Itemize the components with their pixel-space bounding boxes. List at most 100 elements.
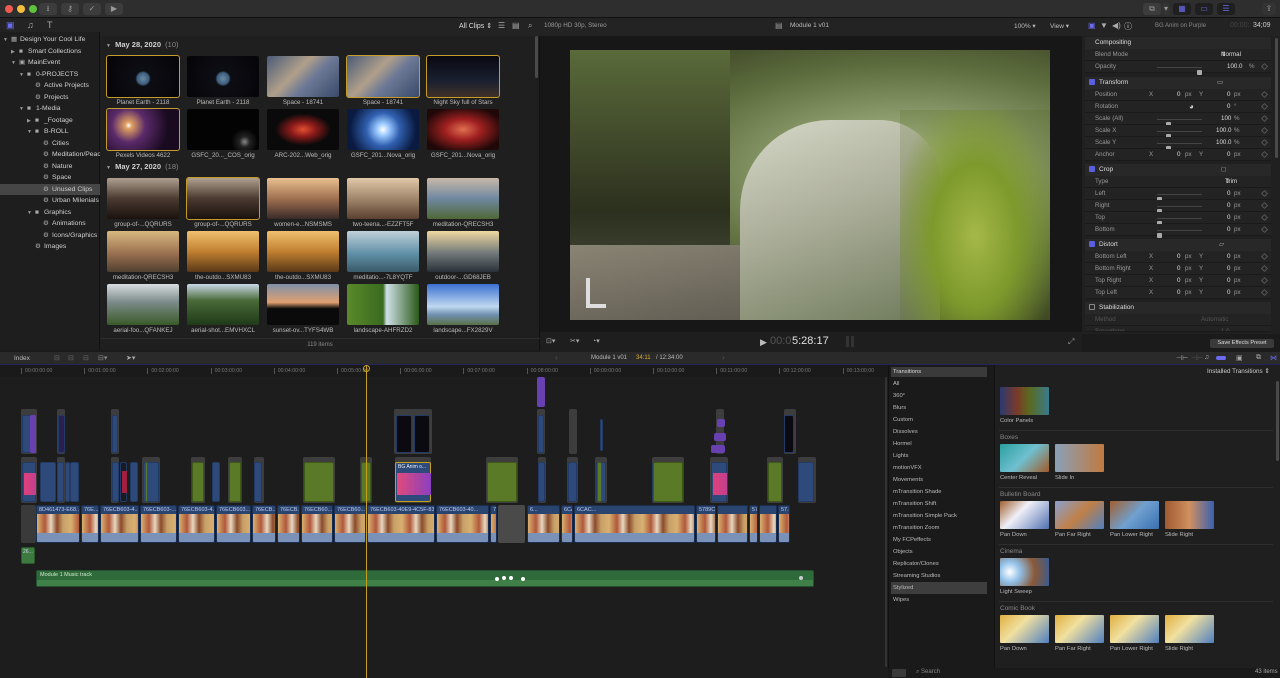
transition-category[interactable]: mTransition Shift <box>891 498 987 510</box>
transition-category[interactable]: My FCPeffects <box>891 534 987 546</box>
browser-clip[interactable]: Pexels Videos 4622 <box>106 108 180 159</box>
transition-category[interactable]: Objects <box>891 546 987 558</box>
transition-category[interactable]: mTransition Zoom <box>891 522 987 534</box>
connected-clip[interactable] <box>538 415 544 453</box>
browser-clip[interactable]: meditation-QRECSH3 <box>107 231 179 281</box>
sidebar-toggle-button[interactable] <box>892 669 906 677</box>
disclosure-open-icon[interactable]: ▼ <box>19 70 27 81</box>
primary-clip[interactable]: 76ECB603-... <box>140 505 177 543</box>
zoom-window-button[interactable] <box>29 5 37 13</box>
disclosure-closed-icon[interactable]: ▶ <box>27 116 35 127</box>
disclosure-open-icon[interactable]: ▼ <box>106 165 111 171</box>
library-item[interactable]: ⚙ Space <box>0 172 100 183</box>
connected-clip[interactable] <box>711 445 725 453</box>
timeline-scrollbar[interactable] <box>885 377 887 667</box>
filmstrip-icon[interactable]: ▤ <box>512 21 520 30</box>
connected-clip[interactable] <box>120 462 127 502</box>
connected-clip[interactable] <box>112 462 119 502</box>
primary-clip[interactable]: 76ECB603-40E9-4C5F-83F5... <box>367 505 435 543</box>
titles-generators-icon[interactable]: T <box>47 20 53 30</box>
transition-item[interactable]: Pan Down <box>1000 615 1050 652</box>
transition-item[interactable]: Center Reveal <box>1000 444 1050 481</box>
connected-clip[interactable] <box>600 419 603 451</box>
insert-clip-icon[interactable]: ⊟ <box>68 354 74 362</box>
primary-clip[interactable]: 76ECB... <box>277 505 300 543</box>
import-button[interactable]: ⭳ <box>39 3 57 15</box>
library-item[interactable]: ⚙ Images <box>0 241 100 252</box>
connected-clip[interactable] <box>58 415 65 453</box>
transition-category[interactable]: 360° <box>891 390 987 402</box>
share-button[interactable]: ⇪ <box>1262 3 1276 15</box>
history-back-icon[interactable]: ‹ <box>555 353 558 362</box>
browser-clip[interactable]: aerial-foo...QFANKEJ <box>107 284 179 334</box>
overwrite-clip-dropdown[interactable]: ⊟▾ <box>98 354 107 362</box>
browser-clip[interactable]: meditatio...-7L8YQTF <box>347 231 419 281</box>
browser-clip[interactable]: group-of-...QQRURS <box>107 178 179 228</box>
connected-clip-stack[interactable] <box>569 409 577 454</box>
disclosure-closed-icon[interactable]: ▶ <box>11 47 19 58</box>
search-icon[interactable]: ⌕ <box>528 21 532 31</box>
library-item[interactable]: ⚙ Urban Milenials <box>0 195 100 206</box>
rotation-dial[interactable]: ◕ <box>1189 101 1194 113</box>
distort-checkbox[interactable] <box>1089 241 1095 248</box>
primary-clip[interactable] <box>717 505 748 543</box>
workspace-dropdown[interactable]: ▾ <box>1162 3 1170 15</box>
photos-audio-icon[interactable]: ♫ <box>27 20 34 30</box>
keyframe-button[interactable] <box>1260 252 1269 261</box>
view-dropdown[interactable]: View ▾ <box>1050 22 1069 30</box>
browser-clip[interactable]: landscape...FX2829V <box>427 284 499 334</box>
timeline-ruler[interactable]: 00:00:00:00 00:01:00:00 00:02:00:00 00:03:0… <box>0 365 888 377</box>
save-effects-preset-button[interactable]: Save Effects Preset <box>1210 339 1274 348</box>
effects-tool-dropdown[interactable]: ✂▾ <box>570 337 579 345</box>
connected-clip[interactable] <box>597 462 602 502</box>
connected-clip[interactable] <box>798 462 814 502</box>
title-clip[interactable] <box>414 415 430 453</box>
transition-category[interactable]: Streaming Studios <box>891 570 987 582</box>
connected-clip[interactable] <box>784 415 794 453</box>
transition-item[interactable]: Pan Far Right <box>1055 615 1105 652</box>
transition-category[interactable]: mTransition Shade <box>891 486 987 498</box>
browser-clip[interactable]: aerial-shot...EMVHXCL <box>187 284 259 334</box>
transition-category[interactable]: Replicator/Clones <box>891 558 987 570</box>
connected-clip[interactable] <box>130 462 138 502</box>
keyframe-button[interactable] <box>1260 276 1269 285</box>
headphones-icon[interactable]: ♫ <box>1204 354 1209 361</box>
inspector-toggle-button[interactable]: ☰ <box>1217 3 1235 15</box>
browser-clip[interactable]: sunset-ov...TYFS4WB <box>267 284 339 334</box>
speed-tool-dropdown[interactable]: ◔▾ <box>592 337 600 345</box>
connected-clip[interactable] <box>568 462 577 502</box>
transform-tool-dropdown[interactable]: ⊡▾ <box>546 337 555 345</box>
disclosure-open-icon[interactable]: ▼ <box>19 104 27 115</box>
distort-onscreen-icon[interactable]: ▱ <box>1219 239 1224 251</box>
audio-keyframe[interactable] <box>521 577 525 581</box>
connected-clip[interactable] <box>22 462 36 502</box>
library-item[interactable]: ⚙ Animations <box>0 218 100 229</box>
transition-category[interactable]: Hormel <box>891 438 987 450</box>
connected-clip[interactable] <box>304 462 334 502</box>
primary-clip[interactable]: 76ECB603-40... <box>436 505 489 543</box>
skimming-icon[interactable]: ⊣⊢ <box>1176 354 1188 362</box>
transitions-scrollbar[interactable] <box>1276 381 1279 461</box>
library-item[interactable]: ⚙ Unused Clips <box>0 183 100 195</box>
connected-clip[interactable] <box>40 462 56 502</box>
keywords-button[interactable]: ⚷ <box>61 3 79 15</box>
crop-onscreen-icon[interactable]: ◻ <box>1221 164 1226 176</box>
transition-item[interactable]: Slide Right <box>1165 615 1215 652</box>
connected-clip[interactable] <box>487 462 517 502</box>
connected-clip[interactable] <box>192 462 204 502</box>
close-window-button[interactable] <box>5 5 13 13</box>
disclosure-open-icon[interactable]: ▼ <box>11 58 19 69</box>
audio-keyframe[interactable] <box>509 576 513 580</box>
connected-clip[interactable] <box>538 462 545 502</box>
browser-clip[interactable]: Night Sky full of Stars <box>426 55 500 106</box>
music-track-clip[interactable]: Module 1 Music track <box>36 570 814 587</box>
snapping-toggle[interactable] <box>1216 356 1226 360</box>
primary-clip[interactable]: 76E... <box>81 505 99 543</box>
transition-item[interactable]: Pan Lower Right <box>1110 615 1160 652</box>
stabilization-checkbox[interactable] <box>1089 304 1095 311</box>
browser-clip[interactable]: group-of-...QQRURS <box>186 177 260 228</box>
primary-clip[interactable]: 76ECB603... <box>216 505 251 543</box>
disclosure-open-icon[interactable]: ▼ <box>3 35 11 46</box>
transition-item[interactable]: Pan Down <box>1000 501 1050 538</box>
primary-clip[interactable]: 578... <box>749 505 758 543</box>
